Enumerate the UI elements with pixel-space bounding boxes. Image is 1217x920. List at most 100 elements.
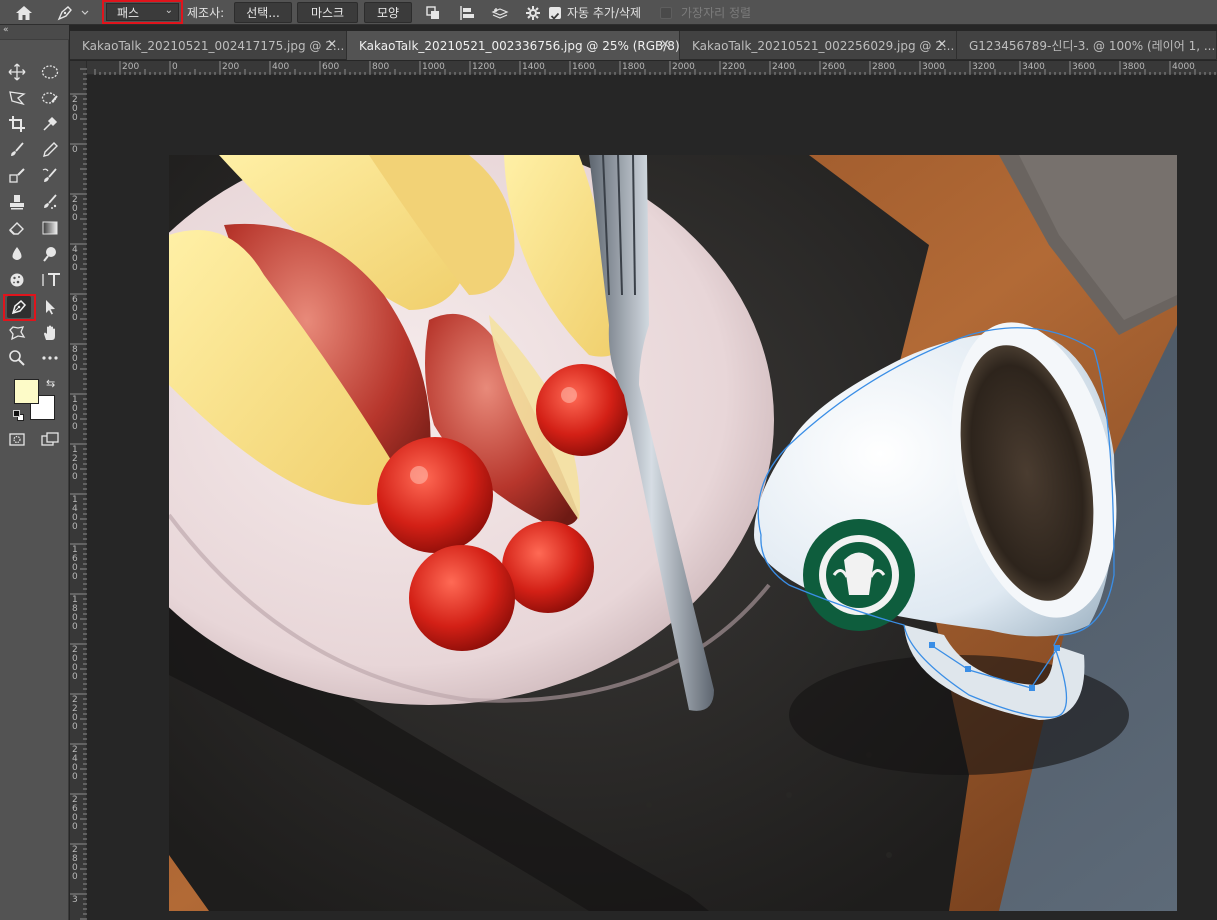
chevron-down-icon: ⌄ — [164, 5, 173, 16]
ruler-label: 4000 — [1172, 62, 1195, 72]
ruler-label: 400 — [72, 245, 78, 273]
tab-label: KakaoTalk_20210521_002336756.jpg @ 25% (… — [359, 38, 680, 53]
options-bar: 패스 ⌄ 제조사: 선택... 마스크 모양 자동 추가/삭제 가장자리 정렬 — [0, 0, 1217, 25]
ruler-label: 800 — [372, 62, 390, 72]
eyedropper-icon[interactable] — [38, 113, 62, 135]
smudge-icon[interactable] — [38, 191, 62, 213]
pencil-icon[interactable] — [38, 139, 62, 161]
close-icon[interactable]: ✕ — [327, 37, 337, 51]
close-icon[interactable]: ✕ — [937, 37, 947, 51]
ruler-label: 200 — [72, 195, 78, 223]
ruler-label: 600 — [322, 62, 340, 72]
pen-icon[interactable] — [7, 296, 31, 318]
ruler-label: 1800 — [72, 595, 78, 632]
quick-select-icon[interactable] — [38, 87, 62, 109]
path-select-icon[interactable] — [38, 296, 62, 318]
make-selection-button[interactable]: 선택... — [234, 2, 292, 23]
ruler-label: 0 — [172, 62, 178, 72]
foreground-color-swatch[interactable] — [14, 379, 39, 404]
make-mask-button[interactable]: 마스크 — [297, 2, 358, 23]
tab-document-3[interactable]: KakaoTalk_20210521_002256029.jpg @ 2... … — [680, 31, 957, 60]
ruler-label: 1000 — [72, 395, 78, 432]
ruler-label: 1200 — [72, 445, 78, 482]
tab-document-4[interactable]: G123456789-신디-3. @ 100% (레이어 1, ... — [957, 31, 1217, 60]
ruler-label: 1400 — [72, 495, 78, 532]
ruler-label: 2400 — [72, 745, 78, 782]
path-alignment-icon[interactable] — [456, 3, 478, 23]
ruler-label: 2000 — [672, 62, 695, 72]
ruler-label: 2800 — [72, 845, 78, 882]
quick-mask-icon[interactable] — [5, 428, 29, 450]
type-icon[interactable] — [38, 269, 64, 291]
swap-colors-icon[interactable]: ⇆ — [46, 377, 55, 390]
eraser-icon[interactable] — [5, 217, 29, 239]
more-icon[interactable] — [38, 347, 62, 369]
ruler-label: 2200 — [722, 62, 745, 72]
ruler-label: 2600 — [822, 62, 845, 72]
tab-document-2[interactable]: KakaoTalk_20210521_002336756.jpg @ 25% (… — [347, 31, 680, 60]
pen-mode-value: 패스 — [117, 5, 140, 20]
tab-label: KakaoTalk_20210521_002417175.jpg @ 2... — [82, 38, 345, 53]
gradient-icon[interactable] — [38, 217, 62, 239]
home-icon[interactable] — [10, 2, 38, 23]
ruler-label: 1400 — [522, 62, 545, 72]
canvas-image[interactable] — [169, 155, 1177, 911]
ruler-label: 200 — [222, 62, 240, 72]
vertical-ruler[interactable]: 200 0 200 400 600 800 1000 1200 1400 1600 1800 2000… — [70, 61, 87, 920]
ruler-label: 2600 — [72, 795, 78, 832]
pen-tool-preset-icon[interactable] — [54, 2, 94, 23]
horizontal-ruler[interactable]: 200 0 200 400 600 800 1000 1200 1400 1600 1800 2000… — [87, 61, 1217, 75]
collapse-arrows-icon[interactable]: « — [3, 25, 9, 35]
ruler-label: 0 — [72, 145, 78, 155]
ruler-label: 600 — [72, 295, 78, 323]
gear-icon[interactable] — [522, 3, 544, 23]
ruler-label: 2000 — [72, 645, 78, 682]
align-edges-label: 가장자리 정렬 — [681, 6, 752, 20]
ruler-label: 3200 — [972, 62, 995, 72]
dodge-icon[interactable] — [38, 243, 62, 265]
stamp-icon[interactable] — [5, 191, 29, 213]
hand-icon[interactable] — [38, 322, 62, 344]
ruler-label: 3600 — [1072, 62, 1095, 72]
lasso-icon[interactable] — [5, 87, 29, 109]
ruler-label: 1800 — [622, 62, 645, 72]
auto-add-delete-checkbox[interactable] — [549, 7, 561, 20]
tab-label: KakaoTalk_20210521_002256029.jpg @ 2... — [692, 38, 955, 53]
close-icon[interactable]: ✕ — [660, 37, 670, 51]
document-tab-bar: KakaoTalk_20210521_002417175.jpg @ 2... … — [70, 31, 1217, 60]
ruler-label: 200 — [122, 62, 140, 72]
tab-label: G123456789-신디-3. @ 100% (레이어 1, ... — [969, 39, 1216, 53]
ruler-label: 3800 — [1122, 62, 1145, 72]
sponge-icon[interactable] — [5, 269, 29, 291]
zoom-icon[interactable] — [5, 347, 29, 369]
ruler-label: 3000 — [922, 62, 945, 72]
shape-icon[interactable] — [5, 322, 29, 344]
ruler-label: 1600 — [572, 62, 595, 72]
auto-add-delete-label: 자동 추가/삭제 — [567, 6, 642, 20]
make-shape-button[interactable]: 모양 — [364, 2, 412, 23]
move-icon[interactable] — [5, 61, 29, 83]
tab-document-1[interactable]: KakaoTalk_20210521_002417175.jpg @ 2... … — [70, 31, 347, 60]
panel-grip[interactable]: « — [0, 25, 69, 40]
marquee-icon[interactable] — [38, 61, 62, 83]
screen-mode-icon[interactable] — [38, 428, 62, 450]
ruler-label: 1200 — [472, 62, 495, 72]
ruler-label: 1000 — [422, 62, 445, 72]
history-brush-icon[interactable] — [38, 165, 62, 187]
spot-healing-icon[interactable] — [5, 165, 29, 187]
align-edges-checkbox[interactable] — [660, 7, 672, 19]
crop-icon[interactable] — [5, 113, 29, 135]
ruler-label: 1600 — [72, 545, 78, 582]
default-colors-icon[interactable] — [13, 410, 25, 422]
ruler-label: 3400 — [1022, 62, 1045, 72]
ruler-label: 2400 — [772, 62, 795, 72]
ruler-label: 2800 — [872, 62, 895, 72]
path-arrangement-icon[interactable] — [489, 3, 511, 23]
ruler-label: 400 — [272, 62, 290, 72]
blur-icon[interactable] — [5, 243, 29, 265]
path-operations-icon[interactable] — [422, 3, 444, 23]
pen-mode-select[interactable]: 패스 ⌄ — [106, 3, 179, 21]
ruler-label: 2200 — [72, 695, 78, 732]
brush-icon[interactable] — [5, 139, 29, 161]
ruler-label: 200 — [72, 95, 78, 123]
